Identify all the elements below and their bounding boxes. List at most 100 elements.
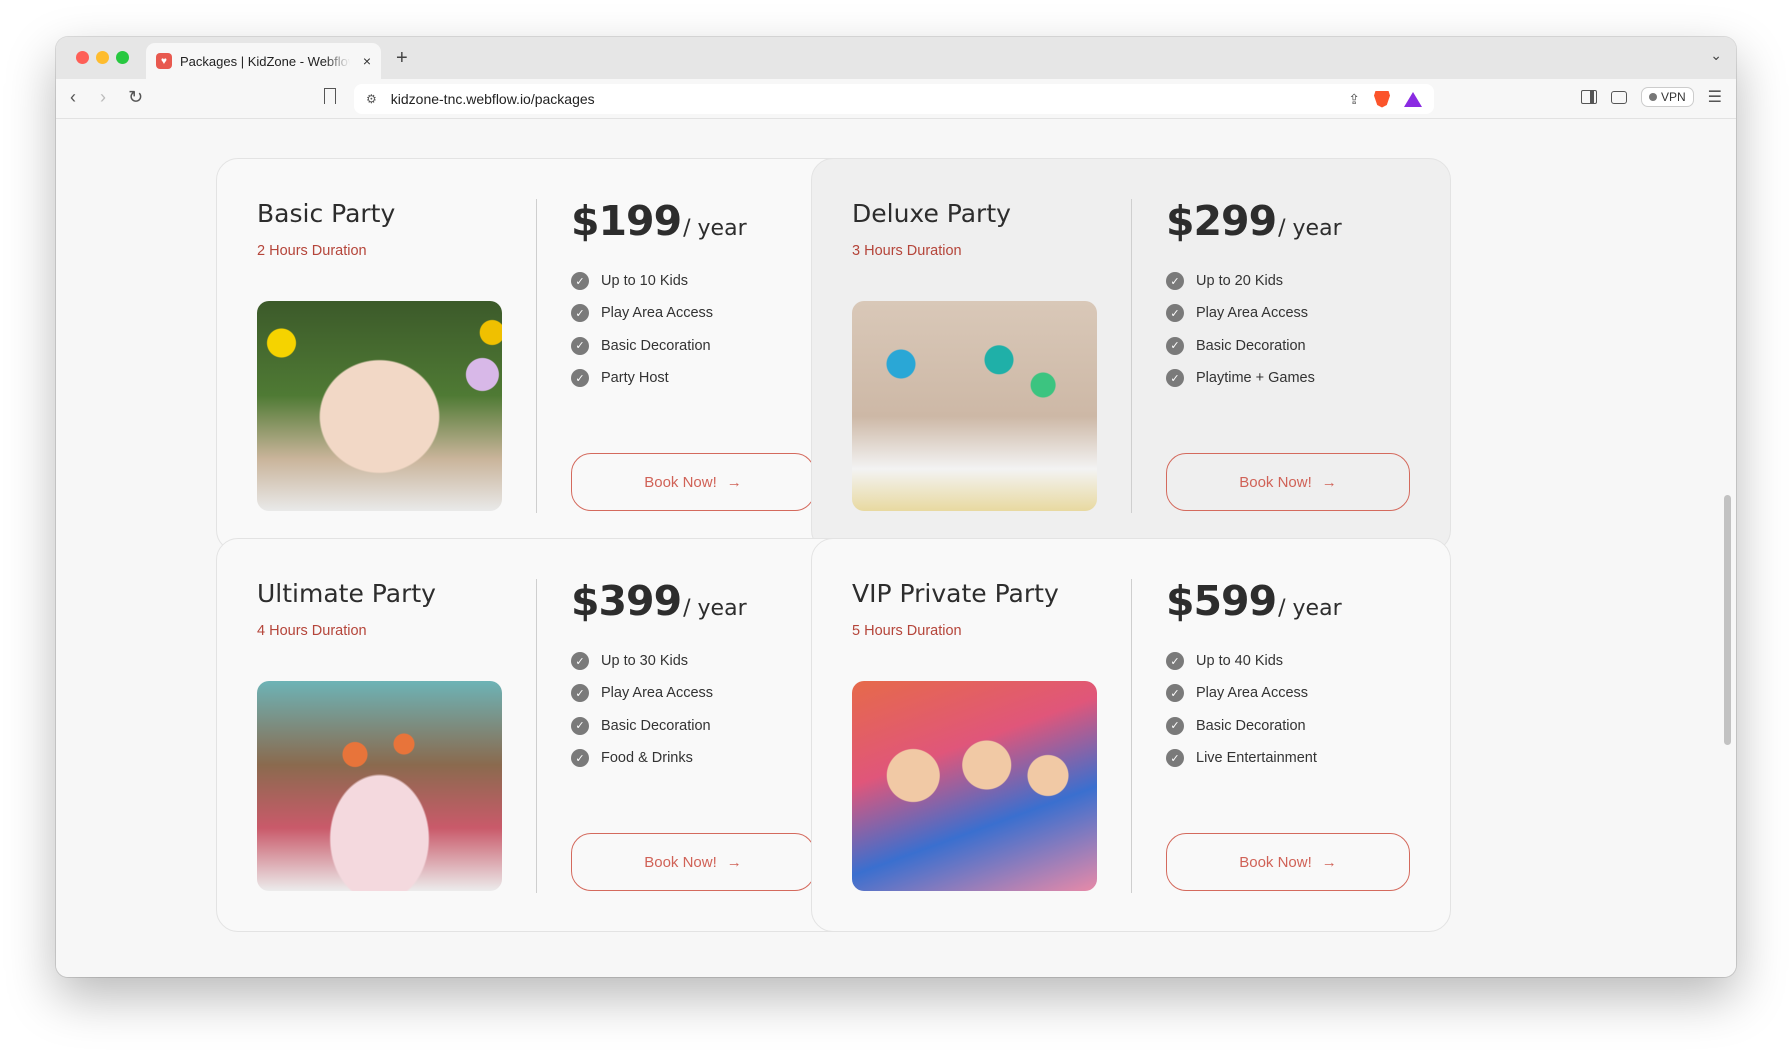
check-circle-icon: ✓ (1166, 304, 1184, 323)
url-text[interactable]: kidzone-tnc.webflow.io/packages (391, 91, 595, 107)
package-card-3: Ultimate Party 4 Hours Duration $399 / y… (216, 538, 856, 932)
feature-text: Basic Decoration (1196, 717, 1306, 734)
forward-button[interactable]: › (100, 87, 106, 108)
card-divider (536, 199, 537, 513)
feature-item: ✓ Live Entertainment (1166, 742, 1416, 774)
feature-item: ✓ Play Area Access (571, 297, 821, 329)
package-card-4: VIP Private Party 5 Hours Duration $599 … (811, 538, 1451, 932)
feature-text: Food & Drinks (601, 750, 693, 767)
feature-item: ✓ Play Area Access (1166, 677, 1416, 709)
tab-close-icon[interactable]: × (363, 53, 371, 69)
package-period: / year (683, 596, 747, 621)
package-name: Deluxe Party (852, 199, 1011, 228)
feature-list: ✓ Up to 40 Kids ✓ Play Area Access ✓ Basic De… (1166, 645, 1416, 774)
page-content: Basic Party 2 Hours Duration $199 / year… (56, 120, 1736, 977)
package-price: $199 (571, 197, 682, 245)
check-circle-icon: ✓ (571, 684, 589, 703)
feature-text: Play Area Access (1196, 685, 1309, 702)
feature-item: ✓ Party Host (571, 362, 821, 394)
menu-icon[interactable]: ☰ (1708, 87, 1722, 107)
package-image (257, 301, 502, 511)
feature-text: Play Area Access (601, 685, 714, 702)
check-circle-icon: ✓ (1166, 652, 1184, 671)
feature-text: Basic Decoration (601, 717, 711, 734)
package-name: Basic Party (257, 199, 396, 228)
package-card-2: Deluxe Party 3 Hours Duration $299 / yea… (811, 158, 1451, 552)
wallet-icon[interactable] (1610, 90, 1627, 104)
book-now-label: Book Now! (1239, 853, 1312, 871)
close-window-button[interactable] (76, 51, 89, 64)
book-now-label: Book Now! (644, 853, 717, 871)
feature-item: ✓ Basic Decoration (1166, 710, 1416, 742)
back-button[interactable]: ‹ (70, 87, 76, 108)
feature-text: Basic Decoration (601, 337, 711, 354)
book-now-button[interactable]: Book Now! → (571, 453, 815, 511)
feature-list: ✓ Up to 20 Kids ✓ Play Area Access ✓ Basic De… (1166, 265, 1416, 394)
feature-item: ✓ Food & Drinks (571, 742, 821, 774)
feature-text: Up to 30 Kids (601, 653, 689, 670)
tab-list-chevron-icon[interactable]: ⌄ (1710, 47, 1722, 64)
feature-text: Up to 10 Kids (601, 273, 689, 290)
feature-text: Up to 20 Kids (1196, 273, 1284, 290)
package-duration: 4 Hours Duration (257, 623, 367, 639)
site-settings-icon[interactable]: ⚙ (366, 92, 377, 106)
feature-text: Up to 40 Kids (1196, 653, 1284, 670)
browser-window: ♥ Packages | KidZone - Webflow × + ⌄ ‹ ›… (56, 37, 1736, 977)
vpn-status-icon (1648, 93, 1657, 101)
tab-packages[interactable]: ♥ Packages | KidZone - Webflow × (146, 43, 381, 79)
sidebar-toggle-icon[interactable] (1580, 90, 1597, 104)
share-icon[interactable]: ⇪ (1348, 91, 1360, 108)
book-now-button[interactable]: Book Now! → (1166, 833, 1410, 891)
card-divider (1131, 199, 1132, 513)
feature-item: ✓ Playtime + Games (1166, 362, 1416, 394)
scrollbar[interactable] (1724, 495, 1731, 745)
check-circle-icon: ✓ (571, 716, 589, 735)
new-tab-button[interactable]: + (396, 47, 408, 70)
minimize-window-button[interactable] (96, 51, 109, 64)
feature-text: Play Area Access (1196, 305, 1309, 322)
check-circle-icon: ✓ (1166, 716, 1184, 735)
feature-item: ✓ Up to 10 Kids (571, 265, 821, 297)
brave-shields-icon[interactable] (1374, 90, 1390, 108)
feature-item: ✓ Basic Decoration (571, 330, 821, 362)
address-bar[interactable]: ⚙ kidzone-tnc.webflow.io/packages ⇪ (354, 84, 1434, 114)
feature-text: Live Entertainment (1196, 750, 1317, 767)
feature-list: ✓ Up to 10 Kids ✓ Play Area Access ✓ Basic De… (571, 265, 821, 394)
package-card-1: Basic Party 2 Hours Duration $199 / year… (216, 158, 856, 552)
arrow-right-icon: → (726, 473, 742, 491)
browser-toolbar: ‹ › ↻ ⚙ kidzone-tnc.webflow.io/packages … (56, 79, 1736, 119)
package-price: $299 (1166, 197, 1277, 245)
package-duration: 3 Hours Duration (852, 243, 962, 259)
book-now-button[interactable]: Book Now! → (571, 833, 815, 891)
package-price: $599 (1166, 577, 1277, 625)
check-circle-icon: ✓ (1166, 336, 1184, 355)
arrow-right-icon: → (726, 853, 742, 871)
check-circle-icon: ✓ (571, 336, 589, 355)
check-circle-icon: ✓ (1166, 272, 1184, 291)
package-price: $399 (571, 577, 682, 625)
package-period: / year (683, 216, 747, 241)
check-circle-icon: ✓ (571, 749, 589, 768)
kidzone-favicon-icon: ♥ (156, 53, 172, 69)
package-image (257, 681, 502, 891)
book-now-label: Book Now! (644, 473, 717, 491)
package-duration: 5 Hours Duration (852, 623, 962, 639)
check-circle-icon: ✓ (571, 369, 589, 388)
brave-rewards-icon[interactable] (1404, 91, 1422, 107)
maximize-window-button[interactable] (116, 51, 129, 64)
tab-title: Packages | KidZone - Webflow (180, 53, 350, 69)
bookmark-icon[interactable] (324, 88, 336, 104)
feature-list: ✓ Up to 30 Kids ✓ Play Area Access ✓ Basic De… (571, 645, 821, 774)
book-now-button[interactable]: Book Now! → (1166, 453, 1410, 511)
feature-item: ✓ Up to 40 Kids (1166, 645, 1416, 677)
vpn-label: VPN (1660, 90, 1686, 104)
book-now-label: Book Now! (1239, 473, 1312, 491)
feature-item: ✓ Play Area Access (1166, 297, 1416, 329)
package-image (852, 301, 1097, 511)
arrow-right-icon: → (1321, 853, 1337, 871)
feature-item: ✓ Up to 20 Kids (1166, 265, 1416, 297)
feature-text: Playtime + Games (1196, 370, 1315, 387)
feature-text: Basic Decoration (1196, 337, 1306, 354)
vpn-button[interactable]: VPN (1640, 87, 1694, 107)
reload-button[interactable]: ↻ (128, 87, 143, 108)
